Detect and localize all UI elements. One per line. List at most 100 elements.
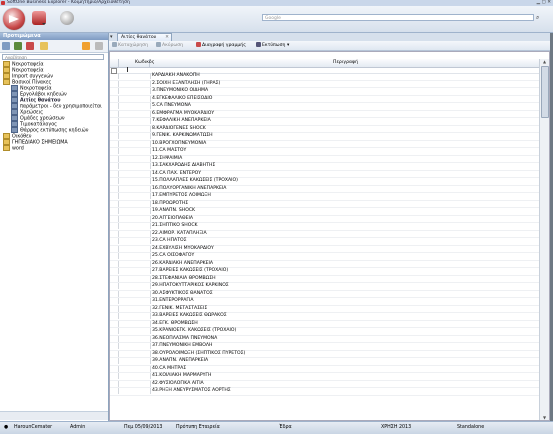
save-button[interactable]: Καταχώρηση — [112, 41, 148, 50]
description-cell[interactable]: 23.CA ΗΠΑΤΟΣ — [151, 238, 187, 245]
description-cell[interactable]: 38.ΟΥΡΟΛΟΙΜΩΞΗ (ΣΗΠΤΙΚΟΣ ΠΥΡΕΤΟΣ) — [151, 351, 245, 358]
row-selector[interactable] — [110, 290, 119, 297]
row-selector[interactable] — [110, 305, 119, 312]
tree-item[interactable]: word — [3, 145, 108, 152]
row-selector[interactable] — [110, 260, 119, 267]
description-cell[interactable]: 22.ΑΙΜΟΡ. ΚΑΤΑΠΛΗΞΙΑ — [151, 231, 207, 238]
code-cell[interactable] — [119, 320, 151, 327]
table-row[interactable]: 14.CA ΠΑΧ. ΕΝΤΕΡΟΥ — [110, 170, 540, 178]
grid-vertical-scrollbar[interactable]: ▲ ▼ — [539, 59, 549, 420]
table-row[interactable]: 42.ΦΥΣΙΟΛΟΓΙΚΑ ΑΙΤΙΑ — [110, 380, 540, 388]
code-cell[interactable] — [119, 95, 151, 102]
row-selector[interactable] — [110, 343, 119, 349]
description-cell[interactable]: 17.ΕΜΠΥΡΕΤΟΣ ΛΟΙΜΩΞΗ — [151, 193, 211, 200]
table-row[interactable]: 28.ΣΤΕΦΑΝΙΑΙΑ ΘΡΟΜΒΩΣΗ — [110, 275, 540, 283]
table-row[interactable]: 31.ΕΝΤΕΡΟΡΡΑΓΙΑ — [110, 298, 540, 306]
row-selector-header[interactable] — [110, 59, 119, 67]
table-row[interactable]: 41.ΚΟΙΛΙΑΚΗ ΜΑΡΜΑΡΥΓΗ — [110, 373, 540, 381]
code-cell[interactable] — [119, 380, 151, 387]
code-cell[interactable] — [119, 328, 151, 334]
row-selector[interactable] — [110, 335, 119, 342]
code-cell[interactable] — [119, 88, 151, 94]
description-cell[interactable]: 36.ΝΕΟΠΛΑΣΜΑ ΠΝΕΥΜΟΝΑ — [151, 336, 217, 343]
row-selector[interactable] — [110, 245, 119, 252]
row-selector[interactable] — [110, 133, 119, 139]
code-cell[interactable] — [119, 313, 151, 319]
code-cell[interactable] — [119, 335, 151, 342]
table-row[interactable]: 32.ΓΕΝΙΚ. ΜΕΤΑΣΤΑΣΕΙΣ — [110, 305, 540, 313]
row-selector[interactable] — [110, 215, 119, 222]
description-cell[interactable]: 29.ΗΠΑΤΟΚΥΤΤΑΡΙΚΟΣ ΚΑΡΚΙΝΟΣ — [151, 283, 229, 290]
new-item-icon[interactable] — [2, 42, 10, 50]
description-cell[interactable]: 5.CA ΠΝΕΥΜΟΝΑ — [151, 103, 191, 110]
table-row[interactable]: 29.ΗΠΑΤΟΚΥΤΤΑΡΙΚΟΣ ΚΑΡΚΙΝΟΣ — [110, 283, 540, 291]
row-selector[interactable] — [110, 178, 119, 184]
row-selector[interactable] — [110, 140, 119, 147]
code-cell[interactable] — [119, 365, 151, 372]
column-header-description[interactable]: Περιγραφή — [151, 59, 540, 67]
code-cell[interactable] — [119, 140, 151, 147]
row-selector[interactable] — [110, 373, 119, 379]
scroll-up-icon[interactable]: ▲ — [540, 59, 549, 65]
description-cell[interactable]: 41.ΚΟΙΛΙΑΚΗ ΜΑΡΜΑΡΥΓΗ — [151, 373, 211, 380]
options-icon[interactable] — [95, 42, 103, 50]
code-cell[interactable] — [119, 343, 151, 349]
row-selector[interactable] — [110, 320, 119, 327]
code-cell[interactable] — [119, 163, 151, 169]
code-cell[interactable] — [119, 148, 151, 154]
table-row[interactable]: 35.ΚΡΑΝΙΟΕΓΚ. ΚΑΚΩΣΕΙΣ (ΤΡΟΧΑΙΟ) — [110, 328, 540, 336]
table-row[interactable]: 30.ΑΣΦΥΚΤΙΚΟΣ ΘΑΝΑΤΟΣ — [110, 290, 540, 298]
description-cell[interactable]: 12.ΣΗΨΑΙΜΙΑ — [151, 156, 182, 163]
table-row[interactable]: 7.ΚΕΦΑΛΙΚΗ ΑΝΕΠΑΡΚΕΙΑ — [110, 118, 540, 126]
description-cell[interactable]: 32.ΓΕΝΙΚ. ΜΕΤΑΣΤΑΣΕΙΣ — [151, 306, 207, 313]
code-cell[interactable] — [119, 350, 151, 357]
table-row[interactable]: 18.ΠΡΟΩΡΟΤΗΣ — [110, 200, 540, 208]
scroll-thumb[interactable] — [541, 66, 549, 118]
table-row[interactable]: 5.CA ΠΝΕΥΜΟΝΑ — [110, 103, 540, 111]
code-cell[interactable] — [119, 118, 151, 124]
row-selector[interactable] — [110, 275, 119, 282]
table-row[interactable]: 25.CA ΟΙΣΟΦΑΓΟΥ — [110, 253, 540, 261]
code-cell[interactable] — [119, 125, 151, 132]
row-selector[interactable] — [110, 110, 119, 117]
description-cell[interactable]: 33.ΒΑΡΕΙΕΣ ΚΑΚΩΣΕΙΣ ΘΩΡΑΚΟΣ — [151, 313, 227, 320]
description-cell[interactable]: 34.ΕΓΚ. ΘΡΟΜΒΩΣΗ — [151, 321, 198, 328]
delete-icon[interactable] — [26, 42, 34, 50]
table-row[interactable]: 12.ΣΗΨΑΙΜΙΑ — [110, 155, 540, 163]
description-cell[interactable]: 31.ΕΝΤΕΡΟΡΡΑΓΙΑ — [151, 298, 193, 305]
code-cell[interactable] — [119, 73, 151, 79]
table-row[interactable]: 10.ΒΡΟΓΧΟΠΝΕΥΜΟΝΙΑ — [110, 140, 540, 148]
table-row[interactable]: ΚΑΡΔΙΑΚΗ ΑΝΑΚΟΠΗ — [110, 73, 540, 81]
code-cell[interactable] — [119, 245, 151, 252]
table-row[interactable]: 2.ΣΟΙΧΗ ΕΞΑΝΤΛΗΣΗ (ΓΗΡΑΣ) — [110, 80, 540, 88]
favorites-search-input[interactable] — [2, 54, 104, 60]
description-cell[interactable]: 3.ΠΝΕΥΜΟΝΙΚΟ ΟΙΔΗΜΑ — [151, 88, 208, 95]
row-selector[interactable] — [110, 118, 119, 124]
table-row[interactable]: 16.ΠΟΛΥΟΡΓΑΝΙΚΗ ΑΝΕΠΑΡΚΕΙΑ — [110, 185, 540, 193]
delete-row-button[interactable]: Διαγραφή γραμμής — [196, 41, 246, 50]
row-selector[interactable] — [110, 163, 119, 169]
code-cell[interactable] — [119, 185, 151, 192]
description-cell[interactable]: 42.ΦΥΣΙΟΛΟΓΙΚΑ ΑΙΤΙΑ — [151, 381, 204, 388]
code-cell[interactable] — [119, 170, 151, 177]
row-selector[interactable] — [110, 73, 119, 79]
row-selector[interactable] — [110, 365, 119, 372]
google-search-input[interactable]: Google — [262, 14, 534, 21]
code-cell[interactable] — [119, 298, 151, 304]
row-selector[interactable] — [110, 95, 119, 102]
description-cell[interactable]: 40.CA ΜΗΤΡΑΣ — [151, 366, 186, 373]
row-selector[interactable] — [110, 103, 119, 109]
row-selector[interactable] — [110, 253, 119, 259]
table-row[interactable]: 26.ΚΑΡΔΙΑΚΗ ΑΝΕΠΑΡΚΕΙΑ — [110, 260, 540, 268]
row-selector[interactable] — [110, 388, 119, 394]
code-cell[interactable] — [119, 133, 151, 139]
row-selector[interactable] — [110, 200, 119, 207]
folder-icon[interactable] — [40, 42, 48, 50]
description-cell[interactable]: 24.ΕΧΒΥΛΙΣΗ ΜΥΟΚΑΡΔΙΟΥ — [151, 246, 214, 253]
row-selector[interactable] — [110, 125, 119, 132]
table-row[interactable]: 36.ΝΕΟΠΛΑΣΜΑ ΠΝΕΥΜΟΝΑ — [110, 335, 540, 343]
description-cell[interactable]: 11.CA ΜΑΣΤΟΥ — [151, 148, 186, 155]
code-cell[interactable] — [119, 305, 151, 312]
code-cell[interactable] — [119, 223, 151, 229]
tab-nav-icon[interactable]: ▾ — [110, 34, 113, 40]
